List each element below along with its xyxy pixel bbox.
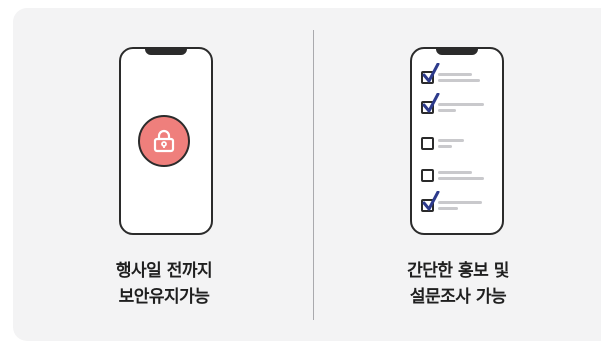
feature-security: 행사일 전까지 보안유지가능: [26, 0, 306, 341]
placeholder-text-line: [438, 139, 464, 142]
placeholder-text-line: [438, 73, 472, 76]
placeholder-text-line: [438, 109, 456, 112]
placeholder-text-line: [438, 207, 458, 210]
checklist-item: [421, 167, 493, 187]
placeholder-text-line: [438, 177, 484, 180]
checklist-item: [421, 135, 493, 155]
feature-survey: 간단한 홍보 및 설문조사 가능: [332, 0, 601, 341]
placeholder-text-line: [438, 103, 484, 106]
placeholder-text-line: [438, 201, 482, 204]
checklist-item: [421, 93, 493, 119]
checklist-item: [421, 191, 493, 217]
caption-line: 행사일 전까지: [115, 261, 213, 281]
unchecked-box-icon: [421, 137, 434, 150]
phone-illustration: [119, 47, 213, 235]
phone-notch: [436, 48, 478, 55]
feature-caption: 행사일 전까지 보안유지가능: [24, 258, 304, 310]
lock-badge: [138, 115, 190, 167]
placeholder-text-line: [438, 171, 472, 174]
placeholder-text-line: [438, 145, 452, 148]
phone-notch: [145, 48, 187, 55]
caption-line: 간단한 홍보 및: [407, 261, 509, 281]
checklist-item: [421, 63, 493, 89]
unchecked-box-icon: [421, 169, 434, 182]
placeholder-text-line: [438, 79, 480, 82]
feature-caption: 간단한 홍보 및 설문조사 가능: [318, 258, 598, 310]
phone-illustration: [410, 47, 504, 235]
column-divider: [313, 30, 314, 320]
caption-line: 보안유지가능: [118, 287, 210, 307]
lock-icon: [153, 129, 175, 153]
caption-line: 설문조사 가능: [409, 287, 507, 307]
